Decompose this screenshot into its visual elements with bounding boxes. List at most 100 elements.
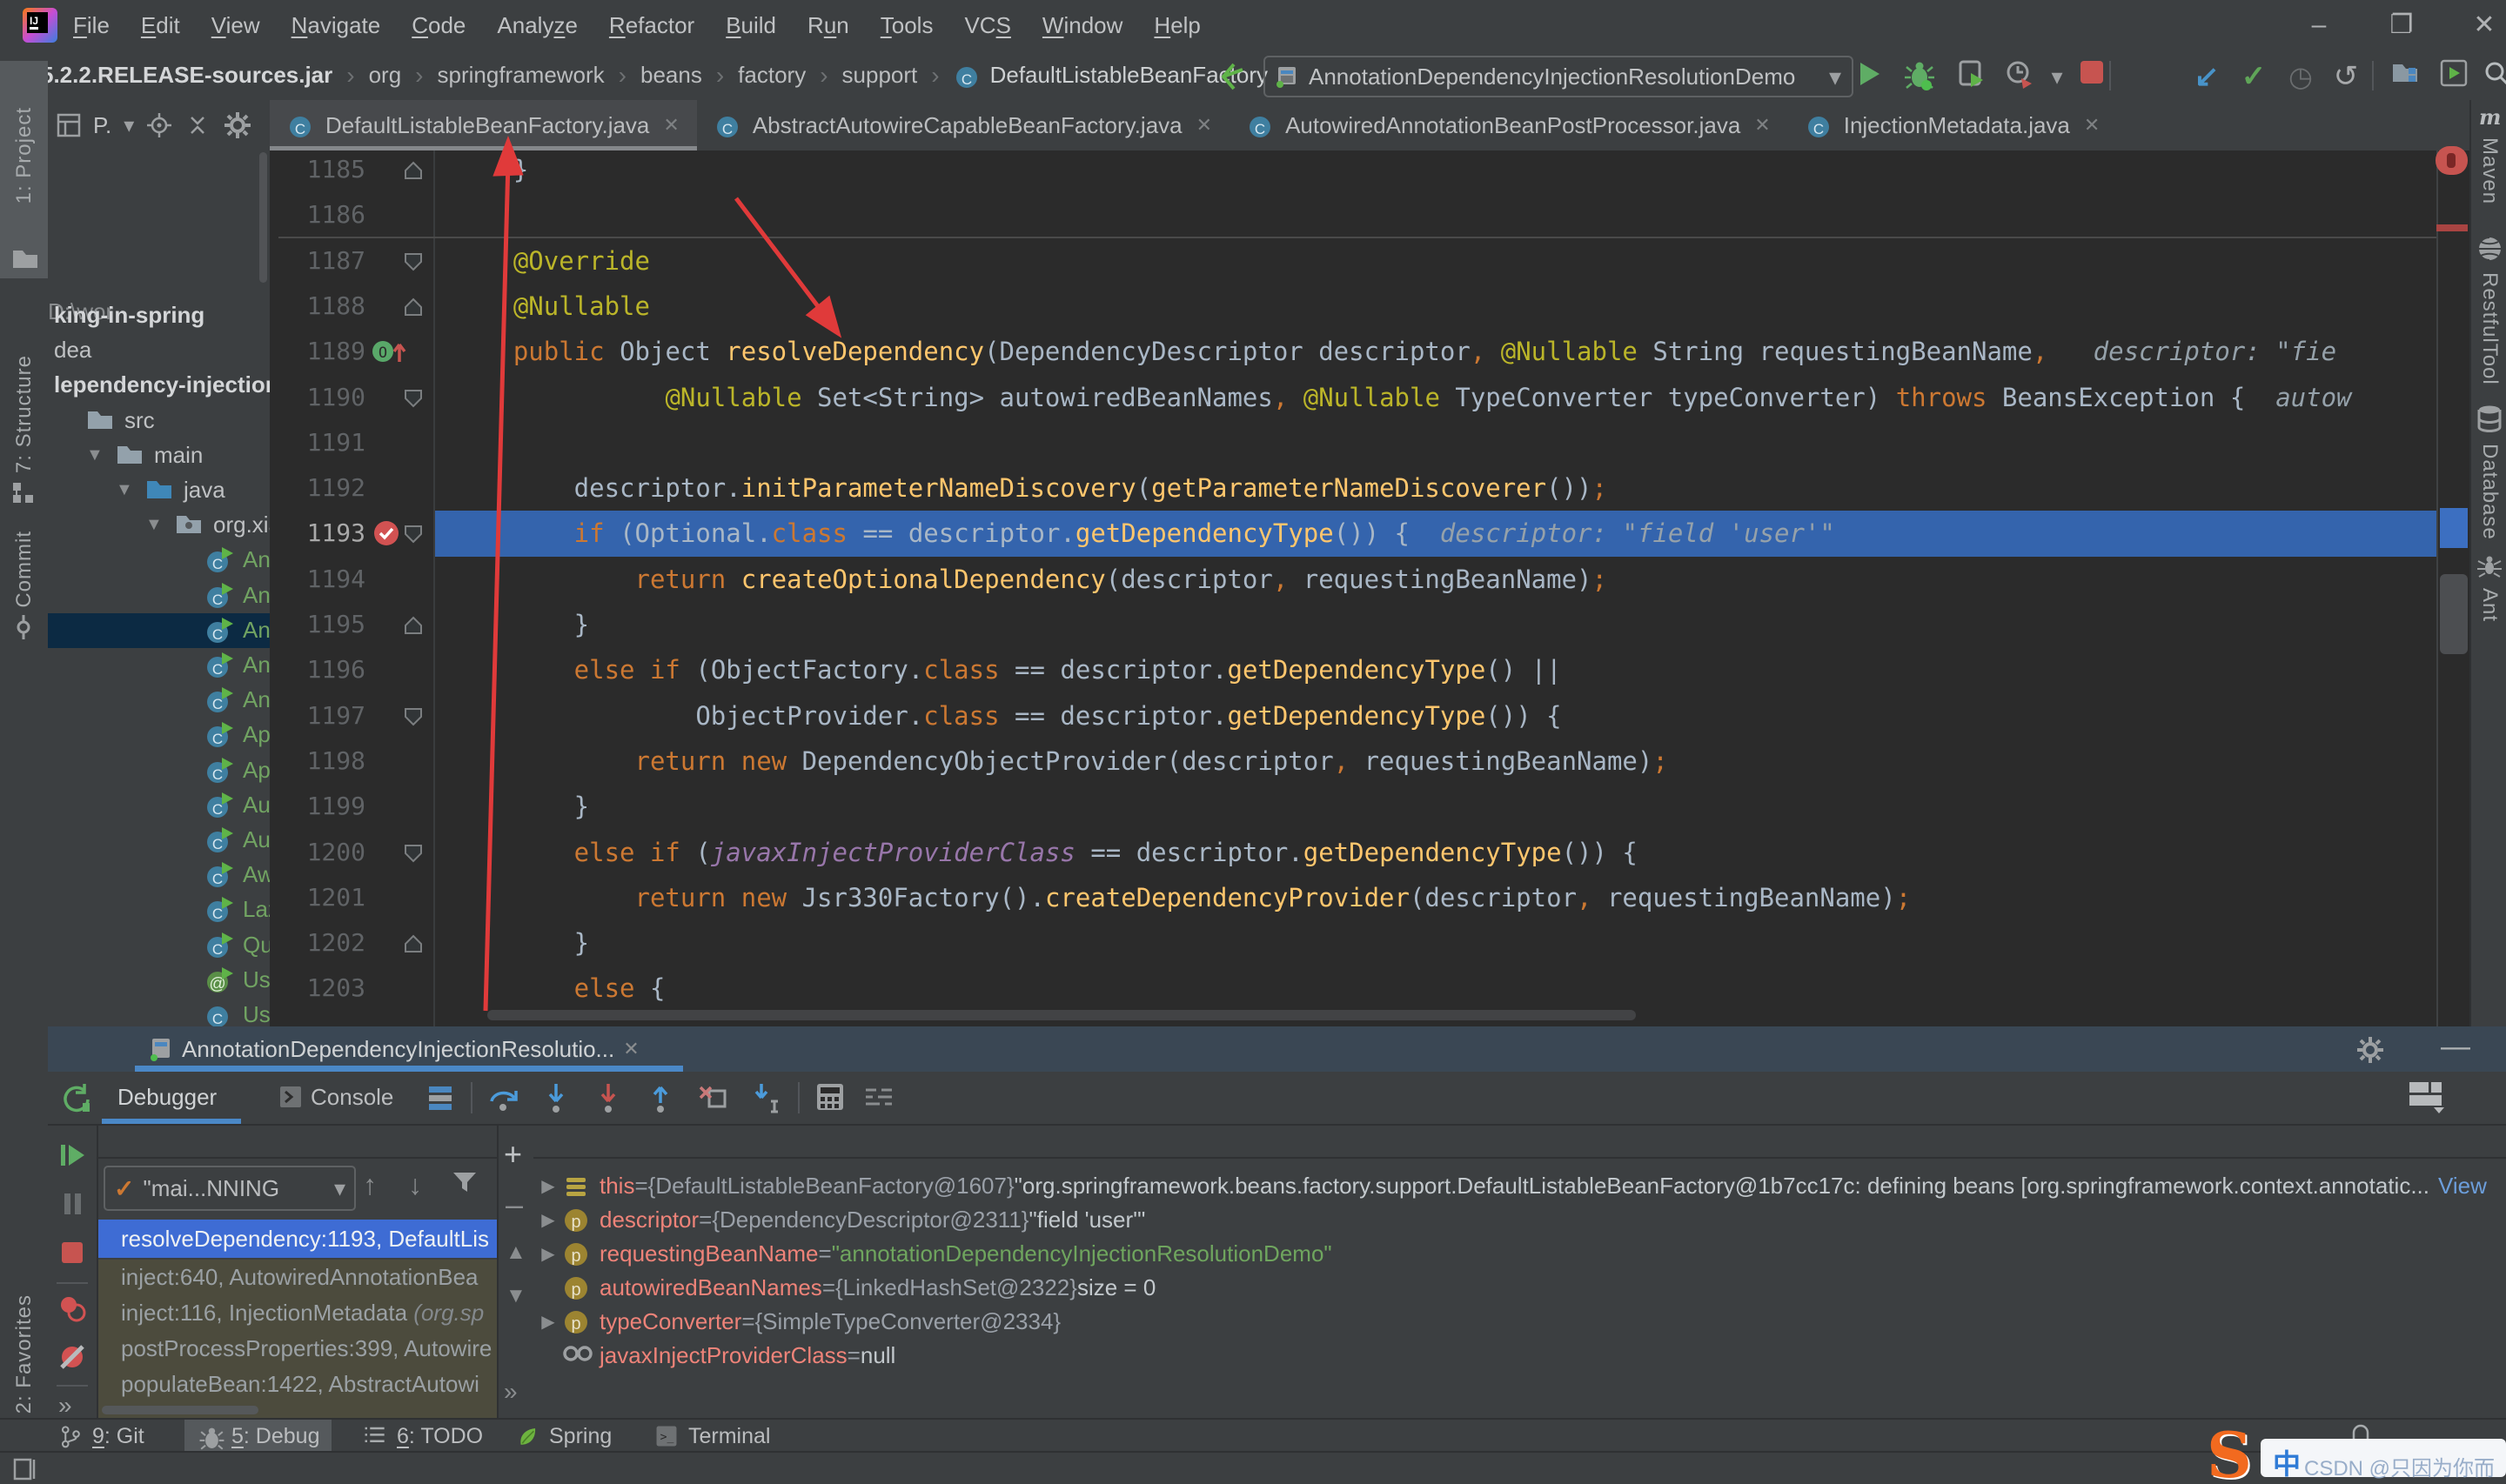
stack-frame-row[interactable]: populateBean:1422, AbstractAutowi xyxy=(98,1367,497,1402)
evaluate-expression-button[interactable] xyxy=(815,1082,850,1117)
variable-row-descriptor[interactable]: ▶ p descriptor = {DependencyDescriptor@231… xyxy=(533,1203,2506,1237)
variable-expand-arrow[interactable]: ▶ xyxy=(533,1311,563,1333)
variable-expand-arrow[interactable]: ▶ xyxy=(533,1243,563,1265)
sidebar-item-project[interactable]: 1: Project xyxy=(0,61,48,278)
breakpoint-icon[interactable] xyxy=(372,519,400,547)
run-anything-icon[interactable] xyxy=(2436,59,2471,94)
rerun-button[interactable] xyxy=(60,1082,91,1120)
toolwindow-button-6-todo[interactable]: 6: TODO xyxy=(350,1420,495,1453)
tree-item-lazyann[interactable]: C LazyAnn xyxy=(48,892,270,927)
stop-button[interactable] xyxy=(2074,59,2109,94)
tree-item-userhold[interactable]: C UserHold xyxy=(48,998,270,1026)
variable-row-typeConverter[interactable]: ▶ p typeConverter = {SimpleTypeConverter@2… xyxy=(533,1305,2506,1339)
breadcrumb-item[interactable]: factory xyxy=(738,62,806,89)
tree-item-annotati[interactable]: C Annotati xyxy=(48,683,270,718)
step-over-button[interactable] xyxy=(488,1082,523,1117)
step-into-button[interactable] xyxy=(540,1082,575,1117)
layout-settings-icon[interactable] xyxy=(2408,1080,2446,1121)
variable-row-requestingBeanName[interactable]: ▶ p requestingBeanName = "annotationDepend… xyxy=(533,1237,2506,1271)
window-maximize-button[interactable]: ❐ xyxy=(2371,0,2432,50)
mute-breakpoints-button[interactable] xyxy=(58,1343,86,1377)
tree-item-java[interactable]: ▼ java xyxy=(48,473,270,508)
sidebar-item-restfultool[interactable]: RestfulTool xyxy=(2471,235,2506,385)
menu-item-view[interactable]: View xyxy=(211,12,260,39)
view-breakpoints-button[interactable] xyxy=(58,1294,86,1328)
fold-marker-icon[interactable] xyxy=(402,251,425,277)
tab-injectionmetadata-java[interactable]: C InjectionMetadata.java ✕ xyxy=(1788,100,2118,150)
drop-frame-button[interactable] xyxy=(697,1082,732,1117)
tree-item-autowiri[interactable]: C Autowiri xyxy=(48,788,270,823)
menu-item-analyze[interactable]: Analyze xyxy=(497,12,578,39)
pause-button[interactable] xyxy=(58,1190,86,1224)
editor-v-scrollbar[interactable] xyxy=(2440,574,2468,654)
search-everywhere-icon[interactable] xyxy=(2480,59,2506,94)
navigate-back-icon[interactable] xyxy=(1216,61,1248,98)
tree-item-src[interactable]: src xyxy=(48,404,270,438)
sidebar-item-database[interactable]: Database xyxy=(2471,404,2506,540)
profiler-button[interactable] xyxy=(2001,59,2036,94)
run-configuration-select[interactable]: AnnotationDependencyInjectionResolutionD… xyxy=(1263,56,1853,97)
toolwindow-button-terminal[interactable]: >_ Terminal xyxy=(641,1420,782,1453)
variable-expand-arrow[interactable]: ▶ xyxy=(533,1175,563,1197)
view-threads-icon[interactable] xyxy=(864,1082,899,1117)
menu-item-build[interactable]: Build xyxy=(726,12,776,39)
tree-item-main[interactable]: ▼ main xyxy=(48,438,270,473)
collapse-all-icon[interactable] xyxy=(184,112,211,138)
run-to-cursor-button[interactable] xyxy=(749,1082,784,1117)
toolwindow-button-spring[interactable]: Spring xyxy=(502,1420,624,1453)
tab-debugger[interactable]: Debugger xyxy=(102,1072,232,1122)
remove-watch-button[interactable]: – xyxy=(506,1187,523,1223)
tree-item-awareint[interactable]: C AwareInt xyxy=(48,858,270,892)
force-step-into-button[interactable] xyxy=(593,1082,627,1117)
menu-item-code[interactable]: Code xyxy=(412,12,466,39)
breadcrumb-item[interactable]: org xyxy=(369,62,402,89)
fold-marker-icon[interactable] xyxy=(402,614,425,641)
fold-marker-icon[interactable] xyxy=(402,933,425,959)
panel-minimize-icon[interactable]: — xyxy=(2434,1026,2477,1072)
locate-file-icon[interactable] xyxy=(146,112,172,138)
tree-item-usergrou[interactable]: @ UserGrou xyxy=(48,963,270,998)
stack-frame-row[interactable]: inject:116, InjectionMetadata (org.sp xyxy=(98,1295,497,1331)
menu-item-edit[interactable]: Edit xyxy=(141,12,180,39)
filter-icon[interactable] xyxy=(452,1169,478,1201)
variable-row-autowiredBeanNames[interactable]: p autowiredBeanNames = {LinkedHashSet@232… xyxy=(533,1271,2506,1305)
tree-item-annotati[interactable]: C Annotati xyxy=(48,578,270,613)
tree-item-apidepe[interactable]: C ApiDepe xyxy=(48,753,270,788)
tree-item-autowiri[interactable]: C Autowiri xyxy=(48,823,270,858)
tab-abstractautowirecapablebeanfactory-java[interactable]: C AbstractAutowireCapableBeanFactory.java… xyxy=(697,100,1230,150)
menu-item-run[interactable]: Run xyxy=(807,12,849,39)
git-rollback-button[interactable]: ↺ xyxy=(2328,59,2363,94)
variable-row-this[interactable]: ▶ this = {DefaultListableBeanFactory@1607… xyxy=(533,1169,2506,1203)
tree-item-lependency-injection[interactable]: lependency-injection xyxy=(48,368,270,403)
gear-icon[interactable] xyxy=(2355,1035,2385,1071)
project-view-dropdown-label[interactable]: P. xyxy=(93,112,111,139)
stack-frame-row[interactable]: resolveDependency:1193, DefaultLis xyxy=(98,1220,497,1258)
step-out-button[interactable] xyxy=(645,1082,680,1117)
breadcrumb-item[interactable]: ns-5.2.2.RELEASE-sources.jar xyxy=(7,62,332,89)
menu-item-tools[interactable]: Tools xyxy=(881,12,934,39)
breadcrumb-item[interactable]: springframework xyxy=(438,62,605,89)
stop-button[interactable] xyxy=(58,1239,86,1273)
debug-button[interactable] xyxy=(1902,59,1937,94)
fold-marker-icon[interactable] xyxy=(402,296,425,323)
tab-defaultlistablebeanfactory-java[interactable]: C DefaultListableBeanFactory.java ✕ xyxy=(270,100,697,152)
stack-frame-row[interactable]: postProcessProperties:399, Autowire xyxy=(98,1331,497,1367)
override-marker-icon[interactable]: O xyxy=(371,338,409,365)
run-button[interactable] xyxy=(1852,59,1886,94)
project-structure-icon[interactable] xyxy=(2388,59,2422,94)
variable-expand-arrow[interactable]: ▶ xyxy=(533,1209,563,1231)
tree-scrollbar[interactable] xyxy=(259,152,267,283)
add-watch-button[interactable]: + xyxy=(504,1136,522,1173)
move-watch-down-button[interactable]: ▼ xyxy=(506,1284,526,1308)
tab-console[interactable]: Console xyxy=(267,1072,405,1122)
profiler-dropdown-icon[interactable]: ▾ xyxy=(2040,59,2074,94)
fold-marker-icon[interactable] xyxy=(402,705,425,732)
fold-marker-icon[interactable] xyxy=(402,159,425,186)
tree-item-apidepe[interactable]: C ApiDepe xyxy=(48,718,270,752)
menu-item-help[interactable]: Help xyxy=(1154,12,1200,39)
more-watch-actions-icon[interactable]: » xyxy=(504,1378,518,1406)
gear-icon[interactable] xyxy=(223,110,252,140)
toolwindow-button-9-git[interactable]: 9: Git xyxy=(45,1420,157,1453)
coverage-button[interactable] xyxy=(1954,59,1989,94)
variable-row-javaxInjectProviderClass[interactable]: javaxInjectProviderClass = null xyxy=(533,1339,2506,1373)
